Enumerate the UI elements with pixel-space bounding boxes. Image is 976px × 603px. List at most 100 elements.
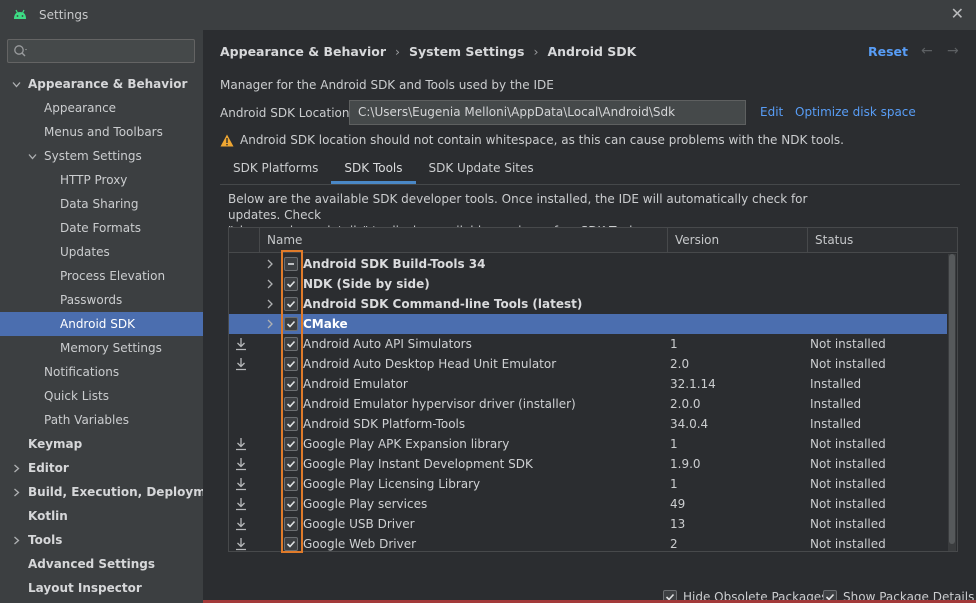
package-version: 2.0.0	[670, 397, 701, 411]
scrollbar-thumb[interactable]	[949, 254, 955, 544]
sdk-location-field[interactable]: C:\Users\Eugenia Melloni\AppData\Local\A…	[349, 100, 746, 125]
reset-button[interactable]: Reset	[868, 44, 908, 59]
checkmark-icon	[286, 460, 296, 468]
package-checkbox[interactable]	[284, 397, 298, 411]
sidebar-item[interactable]: Kotlin	[0, 504, 203, 528]
package-version: 32.1.14	[670, 377, 716, 391]
package-checkbox[interactable]	[284, 437, 298, 451]
download-icon	[236, 538, 246, 551]
table-row[interactable]: Android SDK Command-line Tools (latest)	[229, 294, 947, 314]
checkmark-icon	[286, 540, 296, 548]
sidebar-item[interactable]: System Settings	[0, 144, 203, 168]
table-row[interactable]: Android Emulator 32.1.14 Installed	[229, 374, 947, 394]
table-row[interactable]: Google USB Driver 13 Not installed	[229, 514, 947, 534]
sidebar-item-label: Passwords	[60, 293, 123, 307]
column-header-version[interactable]: Version	[667, 228, 807, 253]
chevron-right-icon[interactable]	[12, 536, 21, 545]
table-scrollbar[interactable]	[948, 254, 956, 551]
chevron-down-icon[interactable]	[12, 80, 21, 89]
table-row[interactable]: Google Play Instant Development SDK 1.9.0…	[229, 454, 947, 474]
sidebar-item-label: Appearance	[44, 101, 117, 115]
sidebar-item[interactable]: Advanced Settings	[0, 552, 203, 576]
package-checkbox[interactable]	[284, 477, 298, 491]
sidebar-item[interactable]: Passwords	[0, 288, 203, 312]
sidebar-item[interactable]: Menus and Toolbars	[0, 120, 203, 144]
chevron-down-icon[interactable]	[28, 152, 37, 161]
sidebar-item-label: Tools	[28, 533, 63, 547]
table-row[interactable]: Android Auto API Simulators 1 Not installe…	[229, 334, 947, 354]
sidebar-item[interactable]: Android SDK	[0, 312, 203, 336]
sidebar-item[interactable]: Notifications	[0, 360, 203, 384]
chevron-right-icon[interactable]	[265, 299, 275, 309]
sidebar-item[interactable]: Build, Execution, Deployment	[0, 480, 228, 504]
sidebar-item-label: HTTP Proxy	[60, 173, 128, 187]
table-row[interactable]: CMake	[229, 314, 947, 334]
table-row[interactable]: NDK (Side by side)	[229, 274, 947, 294]
sidebar-item[interactable]: Quick Lists	[0, 384, 203, 408]
package-checkbox[interactable]	[284, 517, 298, 531]
checkmark-icon	[286, 300, 296, 308]
back-arrow-icon[interactable]: ←	[921, 43, 933, 59]
tab-sdk-platforms[interactable]: SDK Platforms	[220, 154, 331, 184]
package-name: Google Play services	[303, 497, 428, 511]
package-checkbox[interactable]	[284, 377, 298, 391]
search-input[interactable]	[7, 39, 195, 63]
checkmark-icon	[286, 440, 296, 448]
sidebar-item[interactable]: Keymap	[0, 432, 203, 456]
column-header-name[interactable]: Name	[259, 228, 667, 253]
package-checkbox[interactable]	[284, 457, 298, 471]
optimize-disk-space-link[interactable]: Optimize disk space	[795, 105, 916, 119]
sidebar-item[interactable]: Process Elevation	[0, 264, 203, 288]
chevron-right-icon[interactable]	[12, 488, 21, 497]
package-checkbox[interactable]	[284, 277, 298, 291]
package-checkbox[interactable]	[284, 357, 298, 371]
breadcrumb-item[interactable]: Appearance & Behavior	[220, 44, 386, 59]
sidebar-item[interactable]: Path Variables	[0, 408, 203, 432]
sidebar-item[interactable]: Appearance	[0, 96, 203, 120]
sidebar-item-label: Editor	[28, 461, 69, 475]
breadcrumb-item[interactable]: System Settings	[409, 44, 524, 59]
table-row[interactable]: Google Play Licensing Library 1 Not instal…	[229, 474, 947, 494]
sidebar-item[interactable]: Editor	[0, 456, 203, 480]
table-row[interactable]: Android Emulator hypervisor driver (inst…	[229, 394, 947, 414]
checkmark-icon	[286, 400, 296, 408]
chevron-right-icon[interactable]	[12, 464, 21, 473]
table-row[interactable]: Google Play services 49 Not installed	[229, 494, 947, 514]
column-header-status[interactable]: Status	[807, 228, 957, 253]
package-checkbox[interactable]	[284, 317, 298, 331]
table-row[interactable]: Android SDK Platform-Tools 34.0.4 Installe…	[229, 414, 947, 434]
sidebar-item-label: Data Sharing	[60, 197, 139, 211]
package-checkbox[interactable]	[284, 497, 298, 511]
package-checkbox[interactable]	[284, 297, 298, 311]
sidebar-item[interactable]: Tools	[0, 528, 203, 552]
sidebar-item-label: Updates	[60, 245, 110, 259]
table-row[interactable]: Google Web Driver 2 Not installed	[229, 534, 947, 551]
main-panel: Appearance & Behavior › System Settings › An…	[203, 30, 976, 603]
chevron-right-icon[interactable]	[265, 259, 275, 269]
sidebar-item[interactable]: HTTP Proxy	[0, 168, 203, 192]
sidebar-item[interactable]: Memory Settings	[0, 336, 203, 360]
package-checkbox[interactable]	[284, 257, 298, 271]
sidebar-item[interactable]: Layout Inspector	[0, 576, 203, 600]
tab-sdk-tools[interactable]: SDK Tools	[331, 154, 416, 184]
breadcrumb-separator-icon: ›	[395, 44, 400, 59]
chevron-right-icon[interactable]	[265, 319, 275, 329]
forward-arrow-icon[interactable]: →	[947, 43, 959, 59]
edit-link[interactable]: Edit	[760, 105, 783, 119]
sidebar-item[interactable]: Data Sharing	[0, 192, 203, 216]
close-icon[interactable]: ✕	[951, 6, 964, 22]
sidebar-item[interactable]: Updates	[0, 240, 203, 264]
package-checkbox[interactable]	[284, 417, 298, 431]
chevron-right-icon[interactable]	[265, 279, 275, 289]
sidebar-item[interactable]: Appearance & Behavior	[0, 72, 203, 96]
package-checkbox[interactable]	[284, 537, 298, 551]
package-version: 13	[670, 517, 686, 531]
table-row[interactable]: Google Play APK Expansion library 1 Not in…	[229, 434, 947, 454]
tab-sdk-update-sites[interactable]: SDK Update Sites	[416, 154, 547, 184]
sidebar-item[interactable]: Date Formats	[0, 216, 203, 240]
package-name: NDK (Side by side)	[303, 277, 430, 291]
package-status: Installed	[810, 377, 862, 391]
package-checkbox[interactable]	[284, 337, 298, 351]
table-row[interactable]: Android Auto Desktop Head Unit Emulator 2…	[229, 354, 947, 374]
table-row[interactable]: Android SDK Build-Tools 34	[229, 254, 947, 274]
